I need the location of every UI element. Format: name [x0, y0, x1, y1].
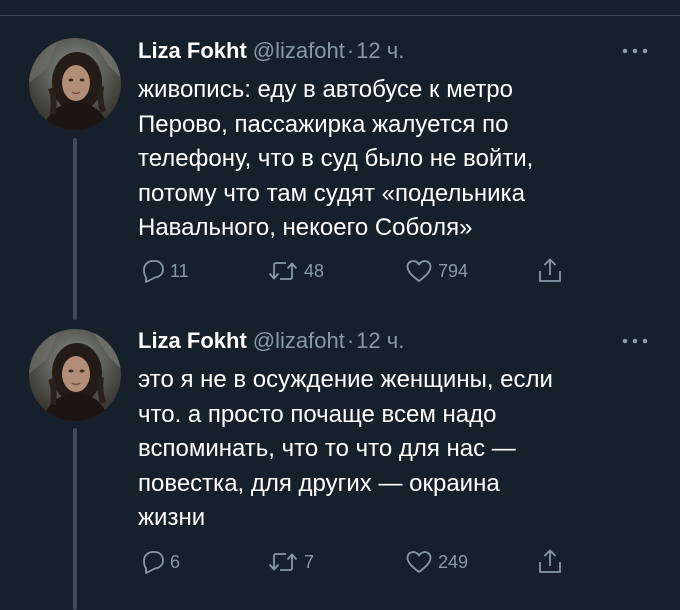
- retweet-button[interactable]: 48: [266, 256, 324, 286]
- display-name[interactable]: Liza Fokht: [138, 38, 247, 63]
- tweet-text: это я не в осуждение женщины, если что. …: [138, 363, 658, 536]
- retweet-count: 7: [304, 551, 315, 572]
- share-icon: [539, 258, 561, 282]
- tweet-text-line: потому что там судят «подельника: [138, 179, 525, 207]
- avatar[interactable]: [29, 38, 121, 130]
- thread-connector-line: [73, 428, 77, 610]
- avatar-photo: [29, 38, 121, 130]
- tweet-text-line: Перово, пассажирка жалуется по: [138, 110, 509, 138]
- timestamp[interactable]: 12 ч.: [356, 328, 404, 353]
- more-options-button[interactable]: [620, 333, 650, 344]
- share-button[interactable]: [536, 256, 564, 286]
- tweet-text-line: повестка, для других — окраина: [138, 469, 500, 497]
- reply-icon: [143, 551, 164, 574]
- separator-dot: ·: [346, 38, 355, 63]
- tweet-actions: 11 48 794: [138, 256, 658, 286]
- tweet-header: Liza Fokht @lizafoht·12 ч.: [138, 327, 404, 355]
- twitter-thread-view: Liza Fokht @lizafoht·12 ч. живопись: еду …: [0, 0, 680, 610]
- tweet-text-line: телефону, что в суд было не войти,: [138, 145, 534, 172]
- tweet-text-line: что. а просто почаще всем надо: [138, 400, 497, 428]
- tweet-text-line: Навального, некоего Соболя»: [138, 214, 473, 241]
- retweet-icon: [268, 553, 298, 571]
- heart-icon: [406, 260, 432, 282]
- tweet-text-line: это я не в осуждение женщины, если: [138, 366, 553, 393]
- retweet-button[interactable]: 7: [266, 547, 314, 577]
- like-count: 249: [438, 551, 469, 572]
- tweet-text-line: вспоминать, что то что для нас —: [138, 435, 516, 462]
- more-horizontal-icon: [622, 338, 648, 344]
- like-count: 794: [438, 260, 469, 281]
- reply-count: 11: [170, 260, 189, 281]
- display-name[interactable]: Liza Fokht: [138, 328, 247, 353]
- timestamp[interactable]: 12 ч.: [356, 38, 404, 63]
- avatar-photo: [29, 329, 121, 421]
- tweet[interactable]: Liza Fokht @lizafoht·12 ч. это я не в осу…: [0, 320, 680, 610]
- tweet-actions: 6 7 249: [138, 547, 658, 577]
- retweet-icon: [268, 262, 298, 280]
- reply-button[interactable]: 6: [138, 547, 180, 577]
- retweet-count: 48: [304, 260, 325, 281]
- tweet[interactable]: Liza Fokht @lizafoht·12 ч. живопись: еду …: [0, 0, 680, 320]
- heart-icon: [406, 551, 432, 573]
- more-horizontal-icon: [622, 48, 648, 54]
- separator-dot: ·: [346, 328, 355, 353]
- thread-connector-line: [73, 138, 77, 320]
- tweet-text: живопись: еду в автобусе к метро Перово,…: [138, 73, 658, 246]
- user-handle[interactable]: @lizafoht: [253, 328, 345, 353]
- reply-count: 6: [170, 551, 181, 572]
- like-button[interactable]: 249: [404, 547, 468, 577]
- tweet-text-line: живопись: еду в автобусе к метро: [138, 76, 513, 103]
- tweet-text-line: жизни: [138, 504, 206, 531]
- avatar[interactable]: [29, 329, 121, 421]
- share-button[interactable]: [536, 547, 564, 577]
- reply-icon: [143, 260, 164, 283]
- share-icon: [539, 549, 561, 573]
- reply-button[interactable]: 11: [138, 256, 189, 286]
- more-options-button[interactable]: [620, 43, 650, 54]
- like-button[interactable]: 794: [404, 256, 468, 286]
- user-handle[interactable]: @lizafoht: [253, 38, 345, 63]
- tweet-header: Liza Fokht @lizafoht·12 ч.: [138, 37, 404, 65]
